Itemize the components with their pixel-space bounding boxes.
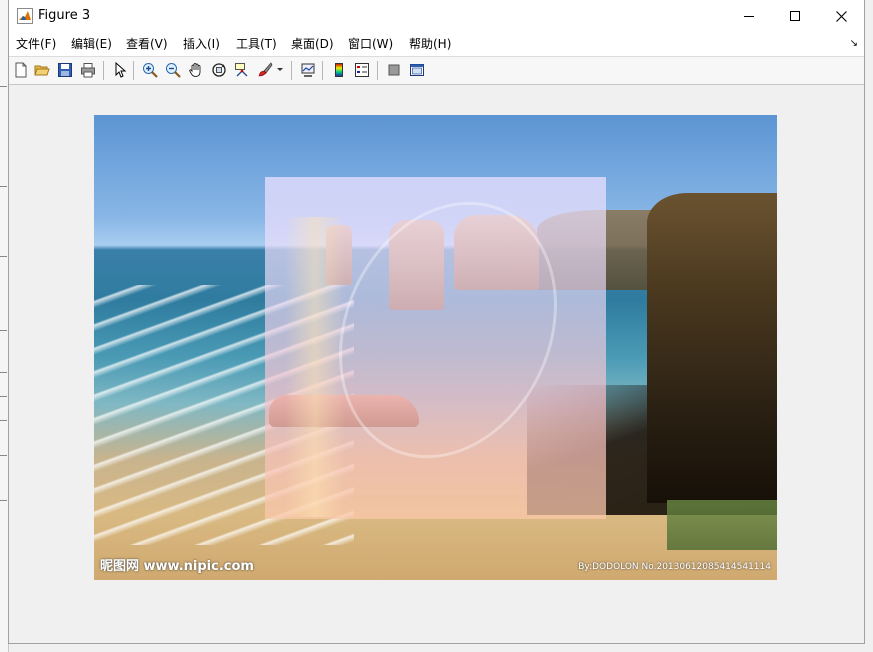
toolbar-separator bbox=[103, 61, 104, 80]
new-figure-button[interactable] bbox=[12, 61, 30, 79]
rotate-3d-button[interactable] bbox=[210, 61, 228, 79]
pointer-icon bbox=[115, 62, 127, 78]
overlay-image bbox=[265, 165, 606, 519]
figure-window: Figure 3 文件(F) 编辑(E) 查看(V) 插入(I) 工具(T) 桌… bbox=[8, 0, 865, 644]
divider bbox=[0, 420, 7, 421]
divider bbox=[0, 256, 7, 257]
toolbar-separator bbox=[377, 61, 378, 80]
menu-edit[interactable]: 编辑(E) bbox=[71, 36, 112, 52]
legend-button[interactable] bbox=[353, 61, 371, 79]
new-figure-icon bbox=[15, 62, 27, 78]
open-file-icon bbox=[34, 65, 50, 76]
brush-button[interactable] bbox=[256, 61, 274, 79]
zoom-out-button[interactable] bbox=[164, 61, 182, 79]
open-file-button[interactable] bbox=[33, 61, 51, 79]
divider bbox=[0, 186, 7, 187]
zoom-out-icon bbox=[166, 63, 181, 78]
divider bbox=[0, 396, 7, 397]
chevron-down-icon bbox=[277, 68, 283, 71]
link-plot-button[interactable] bbox=[299, 61, 317, 79]
zoom-in-button[interactable] bbox=[141, 61, 159, 79]
image-cliff bbox=[647, 193, 777, 503]
maximize-button[interactable] bbox=[772, 0, 818, 32]
hide-plot-tools-icon bbox=[388, 64, 400, 76]
divider bbox=[0, 500, 7, 501]
window-title: Figure 3 bbox=[38, 8, 91, 23]
data-cursor-icon bbox=[235, 63, 248, 77]
menu-bar: 文件(F) 编辑(E) 查看(V) 插入(I) 工具(T) 桌面(D) 窗口(W… bbox=[9, 32, 864, 57]
colorbar-button[interactable] bbox=[330, 61, 348, 79]
menu-help[interactable]: 帮助(H) bbox=[409, 36, 451, 52]
watermark-left: 昵图网 www.nipic.com bbox=[100, 559, 254, 574]
link-plot-icon bbox=[301, 63, 315, 77]
menu-view[interactable]: 查看(V) bbox=[126, 36, 168, 52]
matlab-logo-icon bbox=[17, 8, 33, 24]
close-button[interactable] bbox=[818, 0, 864, 32]
menu-window[interactable]: 窗口(W) bbox=[348, 36, 393, 52]
divider bbox=[0, 330, 7, 331]
image-grass bbox=[667, 500, 777, 550]
print-icon bbox=[81, 63, 95, 78]
save-icon bbox=[58, 63, 72, 77]
menu-insert[interactable]: 插入(I) bbox=[183, 36, 220, 52]
hide-plot-tools-button[interactable] bbox=[385, 61, 403, 79]
rotate-3d-icon bbox=[212, 63, 226, 77]
pointer-button[interactable] bbox=[111, 61, 129, 79]
minimize-button[interactable] bbox=[726, 0, 772, 32]
show-plot-tools-icon bbox=[410, 64, 424, 76]
zoom-in-icon bbox=[143, 63, 158, 78]
figure-toolbar bbox=[9, 57, 864, 85]
show-plot-tools-button[interactable] bbox=[408, 61, 426, 79]
colorbar-icon bbox=[335, 63, 343, 77]
menu-dock-arrow-icon[interactable]: ↘ bbox=[850, 38, 858, 49]
minimize-icon bbox=[744, 16, 754, 17]
watermark-right: By:DODOLON No.20130612085414541114 bbox=[578, 562, 771, 572]
divider bbox=[0, 86, 7, 87]
toolbar-separator bbox=[291, 61, 292, 80]
pan-button[interactable] bbox=[187, 61, 205, 79]
menu-file[interactable]: 文件(F) bbox=[16, 36, 56, 52]
figure-canvas[interactable]: 昵图网 www.nipic.com By:DODOLON No.20130612… bbox=[9, 85, 864, 643]
brush-dropdown-button[interactable] bbox=[275, 61, 285, 79]
print-button[interactable] bbox=[79, 61, 97, 79]
menu-desktop[interactable]: 桌面(D) bbox=[291, 36, 334, 52]
toolbar-separator bbox=[322, 61, 323, 80]
toolbar-separator bbox=[133, 61, 134, 80]
blended-image[interactable]: 昵图网 www.nipic.com By:DODOLON No.20130612… bbox=[94, 115, 777, 580]
pan-icon bbox=[189, 63, 201, 77]
overlay-glow bbox=[285, 217, 345, 517]
title-bar[interactable]: Figure 3 bbox=[9, 0, 864, 32]
data-cursor-button[interactable] bbox=[233, 61, 251, 79]
close-icon bbox=[835, 10, 847, 22]
menu-tools[interactable]: 工具(T) bbox=[236, 36, 277, 52]
divider bbox=[0, 455, 7, 456]
save-button[interactable] bbox=[56, 61, 74, 79]
divider bbox=[0, 372, 7, 373]
maximize-icon bbox=[790, 11, 800, 21]
legend-icon bbox=[355, 63, 369, 77]
brush-icon bbox=[258, 62, 273, 77]
